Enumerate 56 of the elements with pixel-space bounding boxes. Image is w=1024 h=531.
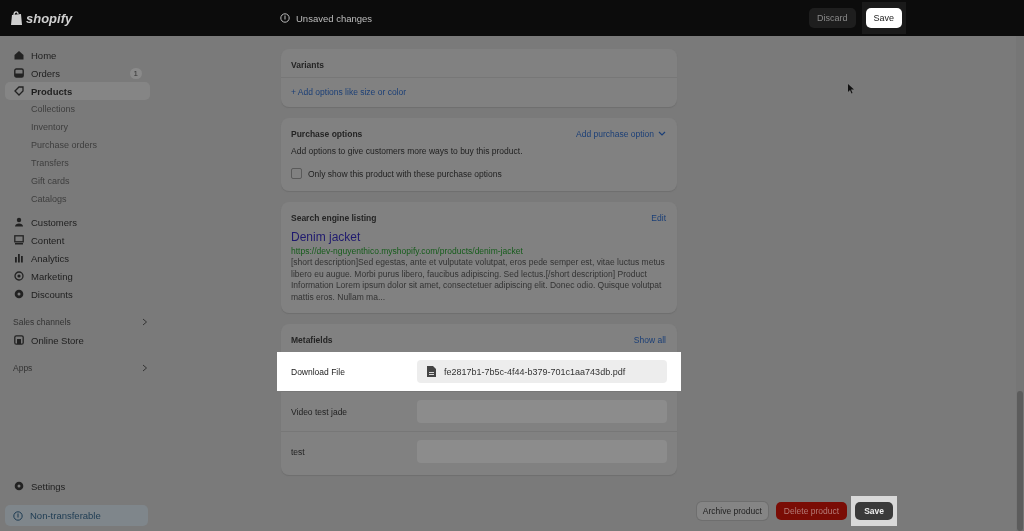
save-button[interactable]: Save (855, 502, 893, 520)
add-purchase-option-link[interactable]: Add purchase option (576, 129, 666, 139)
store-icon (14, 335, 24, 345)
seo-url: https://dev-nguyenthico.myshopify.com/products/denim-jacket (291, 246, 524, 256)
count-badge: 1 (129, 67, 142, 79)
sidebar-item[interactable]: Analytics (5, 249, 150, 267)
checkbox-label: Only show this product with these purchase options (308, 168, 502, 179)
orders-icon (14, 68, 24, 78)
sidebar-item[interactable]: Home (5, 46, 150, 64)
sidebar-item[interactable]: Discounts (5, 285, 150, 303)
card-title: Metafields (291, 335, 333, 345)
seo-description: [short description]Sed egestas, ante et vulputate volutpat, eros pede semper est, vitae luctus metus libero eu augue. Morbi purus libero, faucibus adipiscing. Sed lectus.[/short description] Product Information Lorem ipsum dolor sit amet, consectetuer adipiscing elit. Donec odio. Quisque volutpat mattis eros. Nullam ma... (291, 257, 666, 303)
info-icon (13, 510, 23, 521)
metafield-label: test (291, 446, 306, 457)
sidebar-item[interactable]: Marketing (5, 267, 150, 285)
metafield-field[interactable]: fe2817b1-7b5c-4f44-b379-701c1aa743db.pdf (417, 360, 667, 383)
seo-page-title: Denim jacket (291, 230, 362, 244)
card-title: Variants (291, 60, 325, 70)
section-heading: Sales channels (13, 317, 71, 327)
chevron-icon (658, 131, 666, 137)
metafield-label: Download File (291, 366, 346, 377)
sidebar-item[interactable]: Products (5, 82, 150, 100)
document-icon (427, 366, 436, 377)
description-text: Add options to give customers more ways to buy this product. (291, 146, 524, 156)
discard-button[interactable]: Discard (809, 8, 856, 28)
metafield-label: Video test jade (291, 406, 349, 417)
content-icon (14, 235, 24, 245)
sidebar-item[interactable]: Content (5, 231, 150, 249)
logo-text[interactable]: shopify (26, 10, 73, 26)
person-icon (14, 217, 24, 227)
chevron-icon[interactable] (142, 318, 148, 326)
chart-icon (14, 253, 24, 263)
cursor-icon (848, 84, 855, 94)
sidebar-item[interactable]: Customers (5, 213, 150, 231)
card-title: Search engine listing (291, 213, 377, 223)
checkbox[interactable] (291, 168, 302, 179)
delete-button[interactable]: Delete product (775, 502, 848, 520)
section-heading: Apps (13, 363, 33, 373)
tag-icon (14, 86, 24, 96)
sidebar-item[interactable]: Orders 1 (5, 64, 150, 82)
target-icon (14, 271, 24, 281)
add-options-link[interactable]: + Add options like size or color (291, 87, 407, 97)
settings-icon (14, 481, 24, 491)
archive-button[interactable]: Archive product (696, 502, 768, 520)
card-title: Purchase options (291, 129, 363, 139)
home-icon (14, 50, 24, 60)
info-icon (280, 13, 290, 23)
edit-link[interactable]: Edit (651, 213, 666, 223)
unsaved-changes-text: Unsaved changes (296, 12, 373, 24)
show-all-link[interactable]: Show all (633, 335, 666, 345)
sidebar-item[interactable]: Online Store (5, 331, 150, 349)
chevron-icon[interactable] (142, 364, 148, 372)
settings-item[interactable]: Settings (5, 477, 150, 495)
bag-icon (10, 10, 23, 26)
save-button[interactable]: Save (865, 8, 903, 28)
plan-banner[interactable]: Non-transferable (5, 505, 148, 526)
